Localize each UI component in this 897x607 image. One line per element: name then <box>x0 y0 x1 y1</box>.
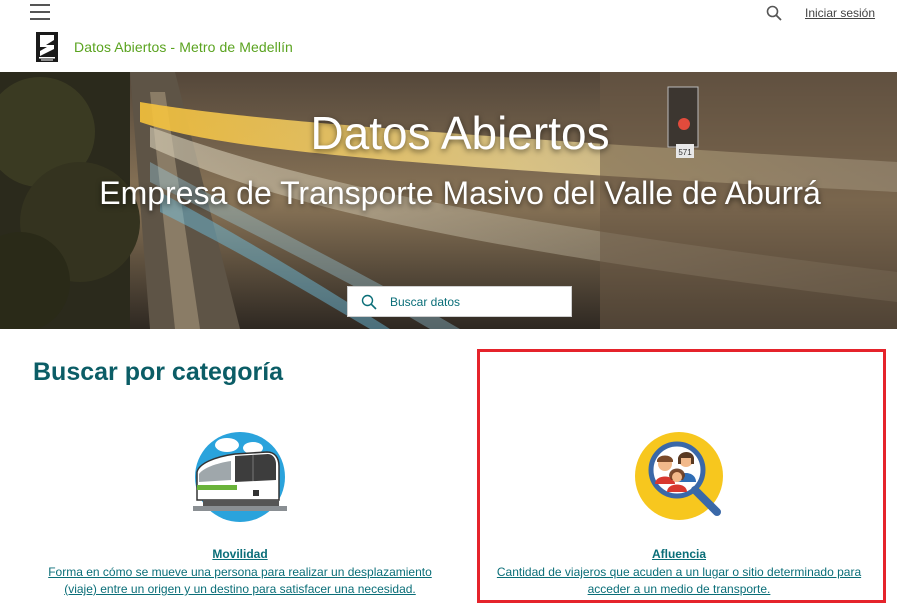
site-title[interactable]: Datos Abiertos - Metro de Medellín <box>74 39 293 55</box>
search-icon[interactable] <box>766 5 782 21</box>
search-placeholder: Buscar datos <box>390 294 461 309</box>
category-title-movilidad[interactable]: Movilidad <box>190 547 290 561</box>
top-navigation-bar: Iniciar sesión Datos Abiertos - Metro de… <box>0 0 897 72</box>
hero-banner: 571 Datos Abiertos Empresa de Transporte… <box>0 72 897 329</box>
category-heading: Buscar por categoría <box>33 358 284 386</box>
metro-logo[interactable] <box>36 32 58 62</box>
search-input[interactable]: Buscar datos <box>347 286 572 317</box>
hero-title: Datos Abiertos <box>310 107 610 159</box>
category-desc-movilidad-line2: (viaje) entre un origen y un destino par… <box>64 582 416 596</box>
hamburger-menu-icon[interactable] <box>30 4 50 22</box>
signin-link[interactable]: Iniciar sesión <box>805 6 875 20</box>
search-icon <box>361 294 377 310</box>
highlight-box <box>477 349 886 603</box>
train-icon[interactable] <box>193 430 287 524</box>
category-desc-movilidad[interactable]: Forma en cómo se mueve una persona para … <box>30 564 450 598</box>
category-desc-movilidad-line1: Forma en cómo se mueve una persona para … <box>48 565 432 579</box>
hero-subtitle: Empresa de Transporte Masivo del Valle d… <box>99 175 821 211</box>
